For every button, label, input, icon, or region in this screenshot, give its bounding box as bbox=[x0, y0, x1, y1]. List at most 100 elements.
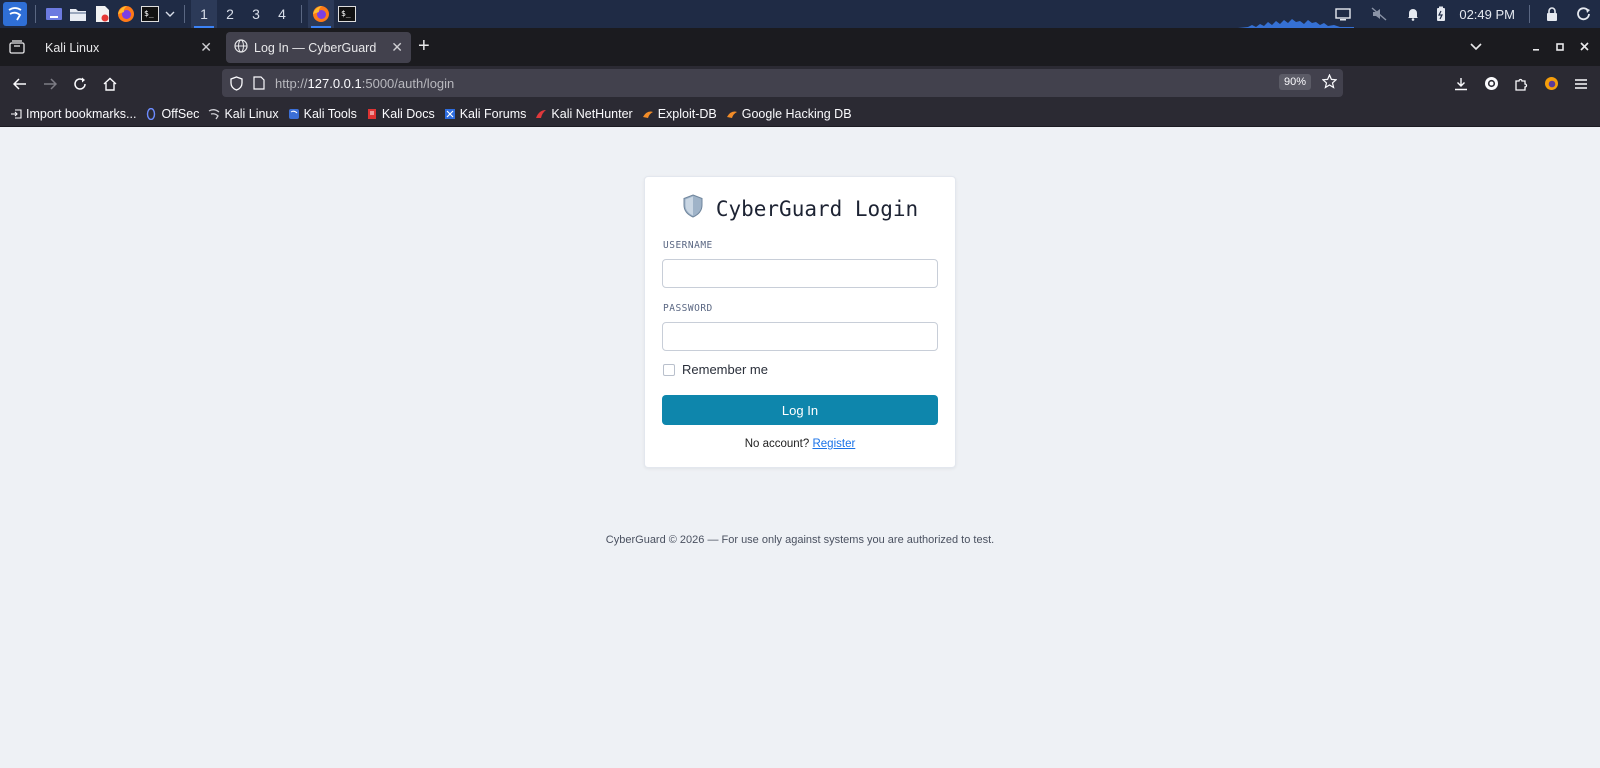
extensions-icon[interactable] bbox=[1506, 69, 1536, 99]
kali-dragon-icon bbox=[208, 108, 220, 120]
login-card: CyberGuard Login USERNAME PASSWORD Remem… bbox=[644, 176, 956, 468]
no-account-text: No account? bbox=[744, 438, 810, 450]
account-icon[interactable] bbox=[1476, 69, 1506, 99]
bookmark-kali-docs[interactable]: Kali Docs bbox=[366, 107, 435, 121]
bookmark-offsec[interactable]: OffSec bbox=[145, 107, 199, 121]
list-all-tabs-chevron-icon[interactable] bbox=[1464, 40, 1488, 54]
close-icon[interactable]: ✕ bbox=[391, 39, 403, 56]
kali-menu-icon[interactable] bbox=[3, 2, 27, 26]
terminal-icon[interactable]: $_ bbox=[140, 4, 160, 24]
password-label: PASSWORD bbox=[663, 303, 713, 314]
text-editor-icon[interactable] bbox=[92, 4, 112, 24]
bookmark-label: OffSec bbox=[161, 106, 200, 121]
minimize-icon[interactable] bbox=[1524, 40, 1548, 54]
forward-arrow-icon[interactable] bbox=[35, 69, 65, 99]
downloads-icon[interactable] bbox=[1446, 69, 1476, 99]
tab-login-cyberguard[interactable]: Log In — CyberGuard ✕ bbox=[226, 32, 411, 63]
url-path: :5000/auth/login bbox=[361, 75, 455, 91]
bookmarks-toolbar: Import bookmarks... OffSec Kali Linux Ka… bbox=[0, 101, 1600, 127]
bookmark-exploit-db[interactable]: Exploit-DB bbox=[642, 107, 717, 121]
tracking-protection-shield-icon[interactable] bbox=[230, 75, 243, 91]
offsec-icon bbox=[145, 107, 157, 120]
bookmark-kali-forums[interactable]: Kali Forums bbox=[444, 106, 527, 121]
display-icon[interactable] bbox=[1333, 4, 1353, 24]
reload-icon[interactable] bbox=[65, 69, 95, 99]
bookmark-google-hacking-db[interactable]: Google Hacking DB bbox=[726, 107, 852, 121]
home-icon[interactable] bbox=[95, 69, 125, 99]
browser-navigation-bar: http://127.0.0.1:5000/auth/login 90% bbox=[0, 66, 1600, 101]
browser-tab-strip: Kali Linux ✕ Log In — CyberGuard ✕ + bbox=[0, 28, 1600, 66]
zoom-level-badge[interactable]: 90% bbox=[1278, 74, 1311, 90]
kali-docs-icon bbox=[366, 108, 378, 120]
username-label: USERNAME bbox=[663, 240, 713, 251]
back-arrow-icon[interactable] bbox=[5, 69, 35, 99]
taskbar-separator bbox=[301, 5, 302, 23]
bookmark-kali-tools[interactable]: Kali Tools bbox=[288, 107, 357, 121]
log-in-button[interactable]: Log In bbox=[662, 395, 938, 425]
username-input[interactable] bbox=[662, 259, 938, 288]
register-link[interactable]: Register bbox=[812, 438, 855, 450]
nethunter-icon bbox=[535, 108, 547, 120]
password-input[interactable] bbox=[662, 322, 938, 351]
url-host: 127.0.0.1 bbox=[307, 75, 362, 91]
new-tab-plus-icon[interactable]: + bbox=[418, 36, 430, 56]
volume-muted-icon[interactable] bbox=[1369, 4, 1389, 24]
firefox-icon[interactable] bbox=[116, 4, 136, 24]
svg-text:$_: $_ bbox=[144, 9, 154, 18]
bookmark-label: Kali Docs bbox=[381, 106, 435, 121]
workspace-3[interactable]: 3 bbox=[243, 0, 269, 28]
chevron-down-icon[interactable] bbox=[164, 4, 176, 24]
bookmark-kali-linux[interactable]: Kali Linux bbox=[208, 106, 279, 121]
battery-icon[interactable] bbox=[1431, 4, 1451, 24]
bookmark-label: Exploit-DB bbox=[657, 106, 717, 121]
firefox-view-icon[interactable] bbox=[1536, 69, 1566, 99]
remember-me-checkbox[interactable] bbox=[663, 363, 675, 376]
bookmark-label: Kali NetHunter bbox=[551, 106, 633, 121]
window-controls bbox=[1464, 28, 1600, 66]
file-manager-icon[interactable] bbox=[68, 4, 88, 24]
tab-overview-icon[interactable] bbox=[9, 40, 25, 59]
login-title-text: CyberGuard Login bbox=[715, 196, 919, 221]
url-text[interactable]: http://127.0.0.1:5000/auth/login bbox=[275, 76, 454, 91]
page-content: CyberGuard Login USERNAME PASSWORD Remem… bbox=[0, 127, 1600, 768]
maximize-icon[interactable] bbox=[1548, 40, 1572, 54]
bookmark-label: Kali Linux bbox=[224, 106, 279, 121]
taskbar-separator bbox=[35, 5, 36, 23]
taskbar-separator bbox=[1529, 5, 1530, 23]
toolbar-right bbox=[1446, 66, 1596, 101]
system-taskbar: $_ 1 2 3 4 $_ 02:49 PM bbox=[0, 0, 1600, 28]
hamburger-menu-icon[interactable] bbox=[1566, 69, 1596, 99]
notification-bell-icon[interactable] bbox=[1403, 4, 1423, 24]
address-bar[interactable]: http://127.0.0.1:5000/auth/login 90% bbox=[222, 69, 1343, 97]
remember-me-label: Remember me bbox=[682, 362, 768, 377]
workspace-4[interactable]: 4 bbox=[269, 0, 295, 28]
page-info-icon[interactable] bbox=[253, 76, 265, 90]
workspace-2[interactable]: 2 bbox=[217, 0, 243, 28]
shield-icon bbox=[682, 194, 704, 223]
bookmark-label: Import bookmarks... bbox=[26, 106, 137, 121]
svg-text:$_: $_ bbox=[341, 9, 351, 18]
taskbar-tray: 02:49 PM bbox=[1325, 0, 1600, 28]
exploit-db-icon bbox=[726, 108, 738, 120]
page-footer: CyberGuard © 2026 — For use only against… bbox=[605, 534, 995, 546]
lock-icon[interactable] bbox=[1542, 4, 1562, 24]
close-icon[interactable]: ✕ bbox=[200, 39, 212, 56]
bookmark-import[interactable]: Import bookmarks... bbox=[10, 107, 136, 121]
bookmark-kali-nethunter[interactable]: Kali NetHunter bbox=[535, 106, 633, 121]
import-icon bbox=[10, 108, 22, 120]
globe-icon bbox=[234, 39, 248, 56]
remember-me-row[interactable]: Remember me bbox=[663, 362, 768, 377]
taskbar-window-terminal[interactable]: $_ bbox=[334, 0, 360, 28]
login-title: CyberGuard Login bbox=[645, 194, 955, 223]
desktop-icon[interactable] bbox=[44, 4, 64, 24]
kali-forums-icon bbox=[444, 108, 456, 120]
tab-title: Kali Linux bbox=[45, 40, 100, 55]
power-icon[interactable] bbox=[1574, 4, 1594, 24]
tab-kali-linux[interactable]: Kali Linux ✕ bbox=[34, 32, 220, 63]
workspace-1[interactable]: 1 bbox=[191, 0, 217, 28]
taskbar-window-firefox[interactable] bbox=[308, 0, 334, 28]
bookmark-star-icon[interactable] bbox=[1321, 73, 1338, 94]
window-close-icon[interactable] bbox=[1572, 40, 1596, 54]
bookmark-label: Kali Forums bbox=[459, 106, 527, 121]
clock[interactable]: 02:49 PM bbox=[1459, 7, 1515, 22]
